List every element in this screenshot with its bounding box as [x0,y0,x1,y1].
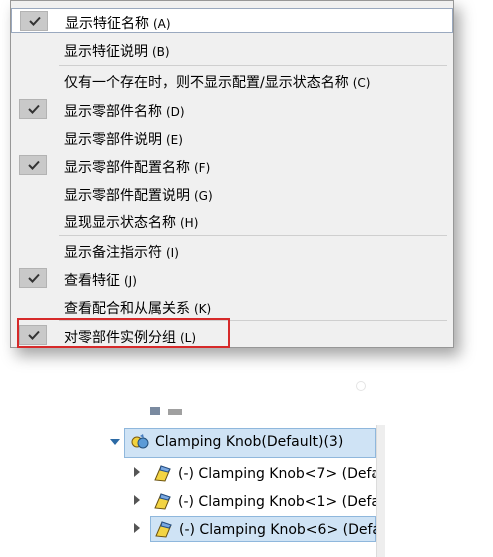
menu-item-label: 显示零部件配置名称 [64,160,190,176]
menu-separator [59,65,447,66]
tree-item-label: (-) Clamping Knob<6> (Defa [179,522,381,538]
tree-group-clamping-knob[interactable]: Clamping Knob(Default)(3) [124,428,376,458]
checkmark-icon [19,268,47,288]
menu-item-show-feature-names[interactable]: 显示特征名称 (A) [11,8,453,33]
tree-right-edge [376,425,385,557]
menu-item-show-component-config-names[interactable]: 显示零部件配置名称 (F) [11,153,453,178]
menu-item-accelerator: (B) [152,45,170,59]
expand-chevron-right-icon[interactable] [134,495,140,505]
feature-manager-tree: Clamping Knob(Default)(3) (-) Clamping K… [108,405,385,557]
menu-item-accelerator: (G) [194,189,213,203]
tree-item-label: (-) Clamping Knob<7> (Defa [178,466,380,482]
menu-item-show-component-names[interactable]: 显示零部件名称 (D) [11,97,453,122]
tree-item-label: (-) Clamping Knob<1> (Defa [178,494,380,510]
tree-item-clamping-knob-6[interactable]: (-) Clamping Knob<6> (Defa [150,516,381,543]
menu-item-show-component-descriptions[interactable]: 显示零部件说明 (E) [11,125,453,150]
menu-item-label: 显示特征说明 [64,44,148,60]
expand-chevron-right-icon[interactable] [134,467,140,477]
checkmark-icon [20,11,48,31]
menu-item-show-feature-descriptions[interactable]: 显示特征说明 (B) [11,37,453,62]
menu-item-label: 仅有一个存在时，则不显示配置/显示状态名称 [64,75,349,91]
checkmark-icon [19,99,47,119]
red-highlight-frame [17,318,230,348]
menu-item-show-component-config-descriptions[interactable]: 显示零部件配置说明 (G) [11,181,453,206]
menu-item-accelerator: (F) [194,161,211,175]
checkmark-icon [19,155,47,175]
menu-item-show-annotation-indicators[interactable]: 显示备注指示符 (I) [11,238,453,263]
tree-group-label: Clamping Knob(Default)(3) [155,434,344,450]
menu-item-accelerator: (E) [166,133,183,147]
assembly-group-icon [129,433,151,457]
menu-item-hide-single-config-names[interactable]: 仅有一个存在时，则不显示配置/显示状态名称 (C) [11,68,453,93]
clipped-row-above [128,405,328,415]
menu-item-label: 显示零部件说明 [64,132,162,148]
menu-item-accelerator: (C) [352,76,371,90]
menu-item-accelerator: (A) [153,17,171,31]
menu-item-label: 查看配合和从属关系 [64,301,190,317]
menu-item-show-display-state-names[interactable]: 显现显示状态名称 (H) [11,208,453,233]
menu-item-accelerator: (J) [124,274,137,288]
part-icon [153,519,175,543]
menu-separator [59,235,447,236]
expand-chevron-right-icon[interactable] [134,523,140,533]
part-icon [152,463,174,487]
menu-item-accelerator: (H) [180,216,199,230]
menu-item-label: 显示特征名称 [65,16,149,32]
menu-item-label: 显示零部件配置说明 [64,188,190,204]
menu-item-accelerator: (K) [194,302,212,316]
menu-item-accelerator: (D) [166,105,185,119]
menu-item-accelerator: (I) [166,246,179,260]
decorative-dot [356,381,366,391]
tree-item-clamping-knob-7[interactable]: (-) Clamping Knob<7> (Defa [150,461,380,487]
menu-item-view-features[interactable]: 查看特征 (J) [11,266,453,291]
menu-item-view-mates-dependencies[interactable]: 查看配合和从属关系 (K) [11,294,453,319]
part-icon [152,491,174,515]
menu-item-label: 显示备注指示符 [64,245,162,261]
expand-chevron-down-icon[interactable] [110,439,120,445]
tree-item-clamping-knob-1[interactable]: (-) Clamping Knob<1> (Defa [150,489,380,515]
menu-item-label: 查看特征 [64,273,120,289]
feature-tree-context-menu: 显示特征名称 (A) 显示特征说明 (B) 仅有一个存在时，则不显示配置/显示状态名… [10,0,454,348]
menu-item-label: 显示零部件名称 [64,104,162,120]
menu-item-label: 显现显示状态名称 [64,215,176,231]
